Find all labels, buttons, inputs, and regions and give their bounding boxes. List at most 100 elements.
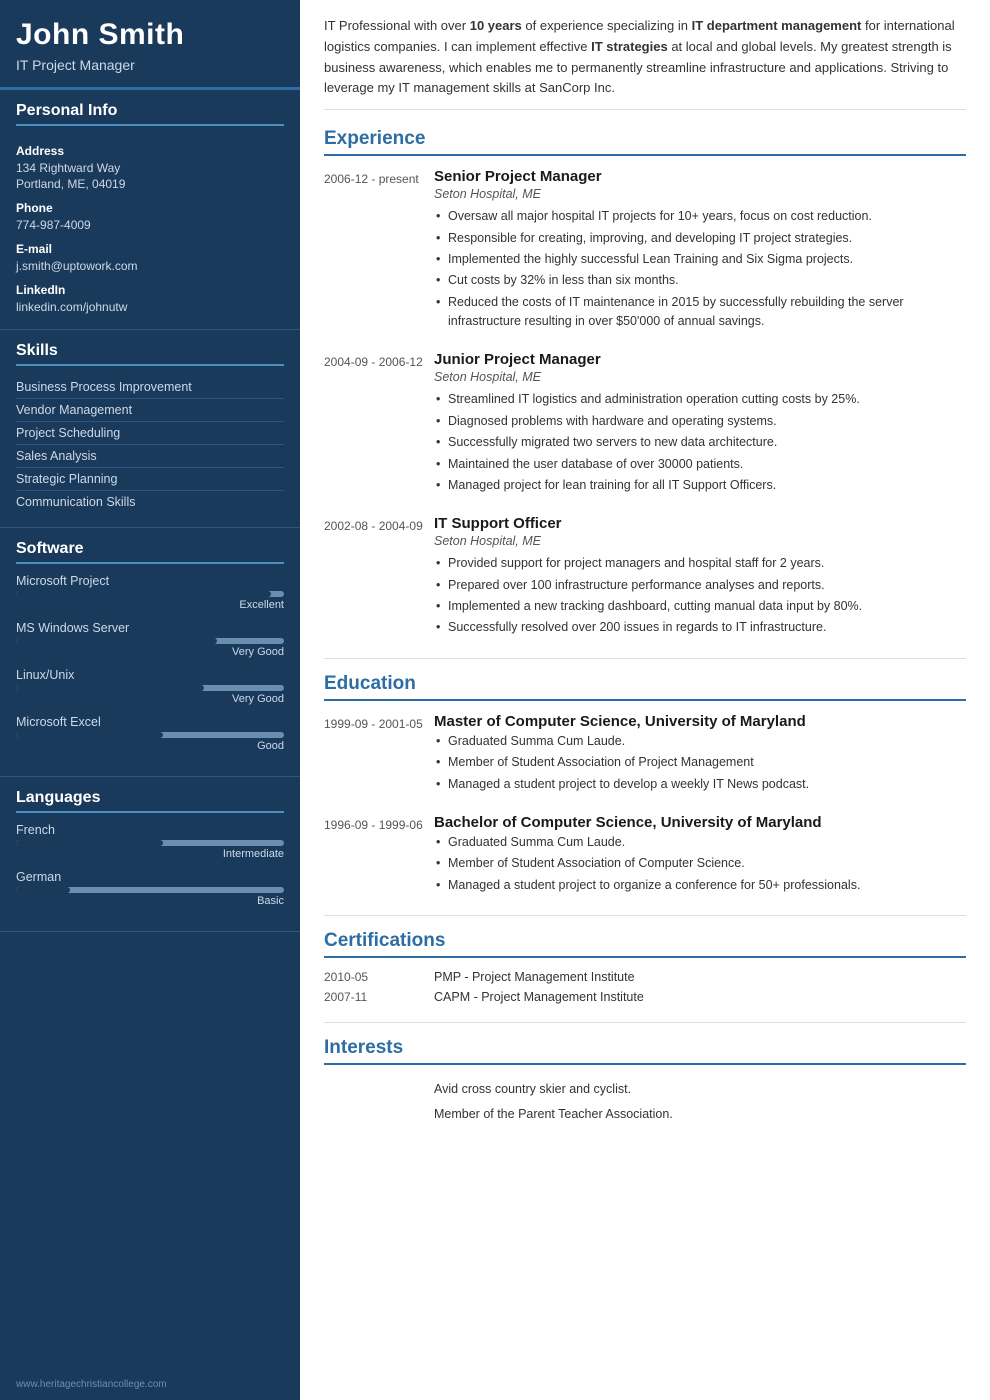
- skill-item: Vendor Management: [16, 399, 284, 422]
- certifications-list: 2010-05PMP - Project Management Institut…: [324, 970, 966, 1004]
- language-item: FrenchIntermediate: [16, 823, 284, 860]
- entry-title: Bachelor of Computer Science, University…: [434, 814, 966, 831]
- entry-bullets: Provided support for project managers an…: [434, 554, 966, 638]
- entry-date: 2006-12 - present: [324, 168, 434, 333]
- bullet-item: Prepared over 100 infrastructure perform…: [434, 576, 966, 595]
- software-bar-track: [16, 732, 284, 738]
- skills-section: Skills Business Process ImprovementVendo…: [0, 330, 300, 528]
- bullet-item: Maintained the user database of over 300…: [434, 455, 966, 474]
- language-bar-fill: [16, 887, 70, 893]
- bullet-item: Oversaw all major hospital IT projects f…: [434, 207, 966, 226]
- cert-name: PMP - Project Management Institute: [434, 970, 635, 984]
- bullet-item: Responsible for creating, improving, and…: [434, 229, 966, 248]
- entry-row: 2006-12 - presentSenior Project ManagerS…: [324, 168, 966, 333]
- cert-date: 2007-11: [324, 990, 434, 1004]
- bullet-item: Provided support for project managers an…: [434, 554, 966, 573]
- education-section: Education 1999-09 - 2001-05Master of Com…: [324, 673, 966, 897]
- language-bar-fill: [16, 840, 163, 846]
- cert-name: CAPM - Project Management Institute: [434, 990, 644, 1004]
- experience-section: Experience 2006-12 - presentSenior Proje…: [324, 128, 966, 640]
- entry-date: 2002-08 - 2004-09: [324, 515, 434, 640]
- software-bar-fill: [16, 685, 204, 691]
- sidebar-header: John Smith IT Project Manager: [0, 0, 300, 90]
- phone-label: Phone: [16, 201, 284, 215]
- software-title: Software: [16, 540, 284, 564]
- entry-content: Bachelor of Computer Science, University…: [434, 814, 966, 897]
- software-name: Linux/Unix: [16, 668, 284, 682]
- email-value: j.smith@uptowork.com: [16, 258, 284, 275]
- bullet-item: Implemented a new tracking dashboard, cu…: [434, 597, 966, 616]
- language-bar-track: [16, 840, 284, 846]
- address-line2: Portland, ME, 04019: [16, 176, 284, 193]
- education-list: 1999-09 - 2001-05Master of Computer Scie…: [324, 713, 966, 897]
- languages-title: Languages: [16, 789, 284, 813]
- software-list: Microsoft ProjectExcellentMS Windows Ser…: [16, 574, 284, 752]
- language-item: GermanBasic: [16, 870, 284, 907]
- certifications-title: Certifications: [324, 930, 966, 958]
- software-bar-fill: [16, 732, 163, 738]
- certifications-section: Certifications 2010-05PMP - Project Mana…: [324, 930, 966, 1004]
- cert-row: 2010-05PMP - Project Management Institut…: [324, 970, 966, 984]
- interests-section: Interests Avid cross country skier and c…: [324, 1037, 966, 1127]
- software-bar-track: [16, 591, 284, 597]
- bullet-item: Cut costs by 32% in less than six months…: [434, 271, 966, 290]
- bullet-item: Successfully migrated two servers to new…: [434, 433, 966, 452]
- main-content: IT Professional with over 10 years of ex…: [300, 0, 990, 1400]
- software-bar-track: [16, 685, 284, 691]
- skill-item: Business Process Improvement: [16, 376, 284, 399]
- entry-title: IT Support Officer: [434, 515, 966, 532]
- education-title: Education: [324, 673, 966, 701]
- footer: www.heritagechristiancollege.com: [0, 1369, 300, 1400]
- personal-info-section: Personal Info Address 134 Rightward Way …: [0, 90, 300, 331]
- sidebar: John Smith IT Project Manager Personal I…: [0, 0, 300, 1400]
- entry-date: 2004-09 - 2006-12: [324, 351, 434, 497]
- entry-bullets: Oversaw all major hospital IT projects f…: [434, 207, 966, 331]
- bullet-item: Member of Student Association of Compute…: [434, 854, 966, 873]
- skill-item: Project Scheduling: [16, 422, 284, 445]
- entry-bullets: Graduated Summa Cum Laude. Member of Stud…: [434, 732, 966, 794]
- experience-list: 2006-12 - presentSenior Project ManagerS…: [324, 168, 966, 640]
- bullet-item: Reduced the costs of IT maintenance in 2…: [434, 293, 966, 332]
- skill-item: Strategic Planning: [16, 468, 284, 491]
- bullet-item: Member of Student Association of Project…: [434, 753, 966, 772]
- cert-date: 2010-05: [324, 970, 434, 984]
- language-bar-track: [16, 887, 284, 893]
- entry-company: Seton Hospital, ME: [434, 187, 966, 201]
- bullet-item: Successfully resolved over 200 issues in…: [434, 618, 966, 637]
- address-label: Address: [16, 144, 284, 158]
- candidate-name: John Smith: [16, 18, 284, 53]
- entry-bullets: Streamlined IT logistics and administrat…: [434, 390, 966, 495]
- entry-title: Junior Project Manager: [434, 351, 966, 368]
- bullet-item: Diagnosed problems with hardware and ope…: [434, 412, 966, 431]
- entry-title: Master of Computer Science, University o…: [434, 713, 966, 730]
- entry-date: 1996-09 - 1999-06: [324, 814, 434, 897]
- software-name: Microsoft Excel: [16, 715, 284, 729]
- bullet-item: Graduated Summa Cum Laude.: [434, 732, 966, 751]
- skill-item: Sales Analysis: [16, 445, 284, 468]
- software-bar-track: [16, 638, 284, 644]
- linkedin-label: LinkedIn: [16, 283, 284, 297]
- candidate-title: IT Project Manager: [16, 57, 284, 73]
- summary: IT Professional with over 10 years of ex…: [324, 16, 966, 110]
- interests-list: Avid cross country skier and cyclist.Mem…: [324, 1077, 966, 1127]
- language-bar-label: Intermediate: [16, 848, 284, 860]
- entry-company: Seton Hospital, ME: [434, 370, 966, 384]
- language-name: German: [16, 870, 284, 884]
- entry-company: Seton Hospital, ME: [434, 534, 966, 548]
- software-name: MS Windows Server: [16, 621, 284, 635]
- languages-list: FrenchIntermediate GermanBasic: [16, 823, 284, 907]
- software-bar-fill: [16, 638, 217, 644]
- entry-row: 1999-09 - 2001-05Master of Computer Scie…: [324, 713, 966, 796]
- software-section: Software Microsoft ProjectExcellentMS Wi…: [0, 528, 300, 777]
- software-name: Microsoft Project: [16, 574, 284, 588]
- software-item: Linux/UnixVery Good: [16, 668, 284, 705]
- entry-row: 2002-08 - 2004-09IT Support Officer Seton…: [324, 515, 966, 640]
- email-label: E-mail: [16, 242, 284, 256]
- software-bar-label: Very Good: [16, 646, 284, 658]
- bullet-item: Managed project for lean training for al…: [434, 476, 966, 495]
- software-bar-label: Good: [16, 740, 284, 752]
- skills-list: Business Process ImprovementVendor Manag…: [16, 376, 284, 513]
- bullet-item: Implemented the highly successful Lean T…: [434, 250, 966, 269]
- skill-item: Communication Skills: [16, 491, 284, 513]
- entry-row: 2004-09 - 2006-12Junior Project Manager S…: [324, 351, 966, 497]
